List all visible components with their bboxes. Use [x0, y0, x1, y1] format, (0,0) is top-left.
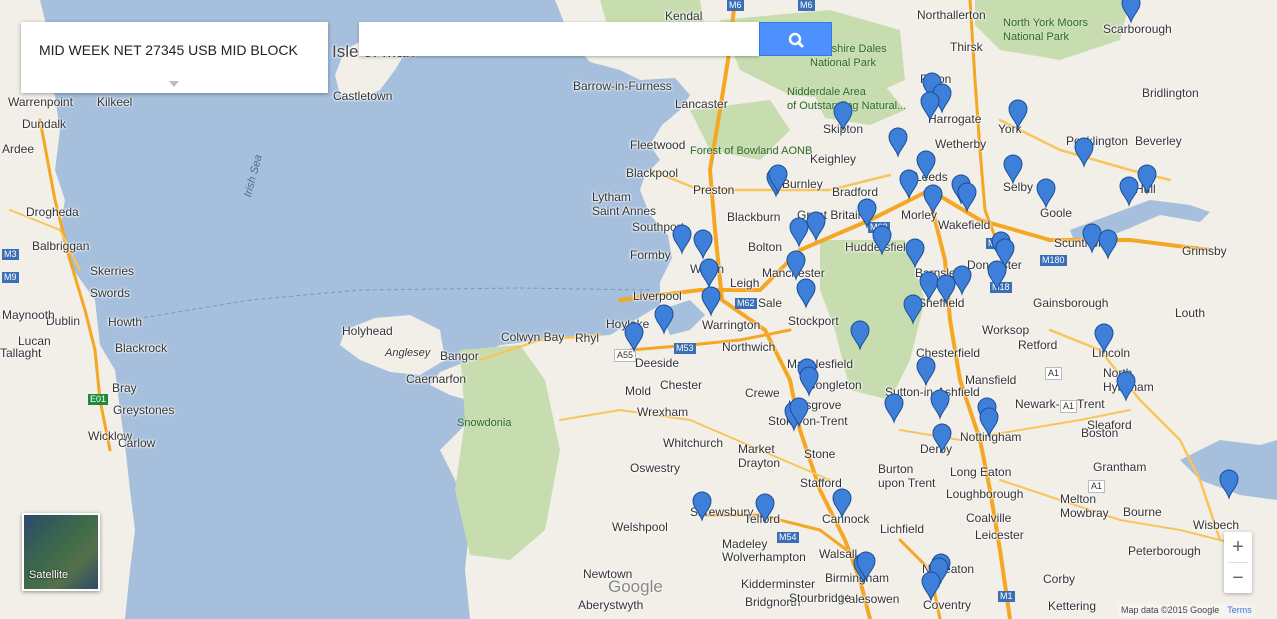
- title-panel[interactable]: MID WEEK NET 27345 USB MID BLOCK: [21, 22, 328, 93]
- dropdown-arrow-icon[interactable]: [169, 81, 179, 87]
- satellite-label: Satellite: [29, 569, 69, 581]
- terms-link[interactable]: Terms: [1227, 605, 1252, 615]
- search-icon: [788, 32, 804, 48]
- attribution-text: Map data ©2015 Google: [1121, 605, 1220, 615]
- zoom-out-button[interactable]: −: [1224, 563, 1252, 593]
- title-text: MID WEEK NET 27345 USB MID BLOCK: [39, 42, 298, 58]
- zoom-control: + −: [1224, 532, 1252, 593]
- satellite-toggle[interactable]: Satellite: [22, 513, 100, 591]
- map-attribution: Map data ©2015 Google Terms: [1118, 604, 1255, 617]
- search-input[interactable]: [359, 22, 759, 56]
- zoom-in-button[interactable]: +: [1224, 532, 1252, 562]
- google-logo: Google: [608, 577, 663, 596]
- search-button[interactable]: [759, 22, 832, 56]
